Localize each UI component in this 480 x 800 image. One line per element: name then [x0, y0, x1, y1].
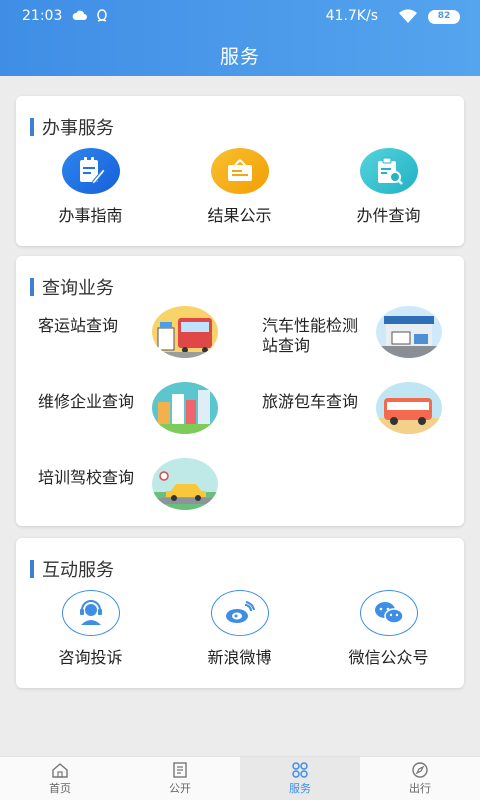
tour-bus-query[interactable]: 旅游包车查询: [240, 382, 464, 446]
passenger-station-label: 客运站查询: [38, 316, 119, 335]
driving-school-query[interactable]: 培训驾校查询: [16, 458, 240, 522]
status-time: 21:03: [22, 8, 63, 24]
bus-station-image: [152, 306, 218, 358]
results-label: 结果公示: [207, 206, 272, 225]
section-title: 查询业务: [42, 278, 114, 299]
driving-school-label: 培训驾校查询: [38, 468, 135, 487]
tab-public[interactable]: 公开: [120, 757, 240, 800]
section-affairs: 办事服务 办事指南 结果公示 办件查询: [16, 96, 464, 246]
guide-label: 办事指南: [58, 206, 123, 225]
case-query-label: 办件查询: [356, 206, 421, 225]
page-title: 服务: [219, 46, 260, 68]
cloud-icon: [72, 10, 87, 20]
top-app-bar: 21:03 41.7K/s 82 服务: [0, 0, 480, 76]
home-icon: [52, 762, 68, 778]
wifi-icon: [399, 9, 417, 23]
section-query: 查询业务 客运站查询 汽车性能检测站查询 维修企业查询 旅游包车查询 培训驾校查…: [16, 256, 464, 526]
section-marker: [30, 118, 34, 136]
tab-service[interactable]: 服务: [240, 757, 360, 800]
tab-travel-label: 出行: [409, 781, 431, 795]
network-speed: 41.7K/s: [325, 8, 378, 24]
tour-bus-label: 旅游包车查询: [262, 392, 359, 411]
wechat-label: 微信公众号: [348, 648, 429, 667]
consult-complaint-label: 咨询投诉: [58, 648, 123, 667]
clipboard-search-icon: [359, 148, 418, 194]
inspection-station-query[interactable]: 汽车性能检测站查询: [240, 306, 464, 370]
bottom-tab-bar: 首页 公开 服务 出行: [0, 756, 480, 800]
passenger-station-query[interactable]: 客运站查询: [16, 306, 240, 370]
case-query-button[interactable]: 办件查询: [314, 148, 463, 226]
tab-travel[interactable]: 出行: [360, 757, 480, 800]
section-title: 互动服务: [42, 560, 114, 581]
inspection-station-label: 汽车性能检测站查询: [262, 316, 359, 355]
tab-home-label: 首页: [49, 781, 71, 795]
repair-company-query[interactable]: 维修企业查询: [16, 382, 240, 446]
section-title: 办事服务: [42, 118, 114, 139]
results-button[interactable]: 结果公示: [165, 148, 314, 226]
notice-board-icon: [210, 148, 269, 194]
grid-icon: [292, 761, 308, 778]
weibo-button[interactable]: 新浪微博: [165, 590, 314, 668]
weibo-label: 新浪微博: [207, 648, 272, 667]
weibo-icon: [210, 590, 269, 636]
battery-indicator: 82: [428, 10, 460, 24]
compass-icon: [412, 761, 428, 778]
wechat-icon: [359, 590, 418, 636]
document-icon: [173, 761, 187, 778]
tour-bus-image: [376, 382, 442, 434]
consult-complaint-button[interactable]: 咨询投诉: [16, 590, 165, 668]
tab-service-label: 服务: [289, 781, 311, 795]
section-marker: [30, 278, 34, 296]
guide-button[interactable]: 办事指南: [16, 148, 165, 226]
driving-school-image: [152, 458, 218, 510]
status-bar: 21:03 41.7K/s 82: [0, 6, 480, 28]
city-buildings-image: [152, 382, 218, 434]
customer-service-icon: [61, 590, 120, 636]
document-edit-icon: [61, 148, 120, 194]
qq-icon: [97, 9, 107, 22]
section-interaction: 互动服务 咨询投诉 新浪微博 微信公众号: [16, 538, 464, 688]
wechat-button[interactable]: 微信公众号: [314, 590, 463, 668]
tab-public-label: 公开: [169, 781, 191, 795]
repair-company-label: 维修企业查询: [38, 392, 135, 411]
inspection-station-image: [376, 306, 442, 358]
tab-home[interactable]: 首页: [0, 757, 120, 800]
section-marker: [30, 560, 34, 578]
